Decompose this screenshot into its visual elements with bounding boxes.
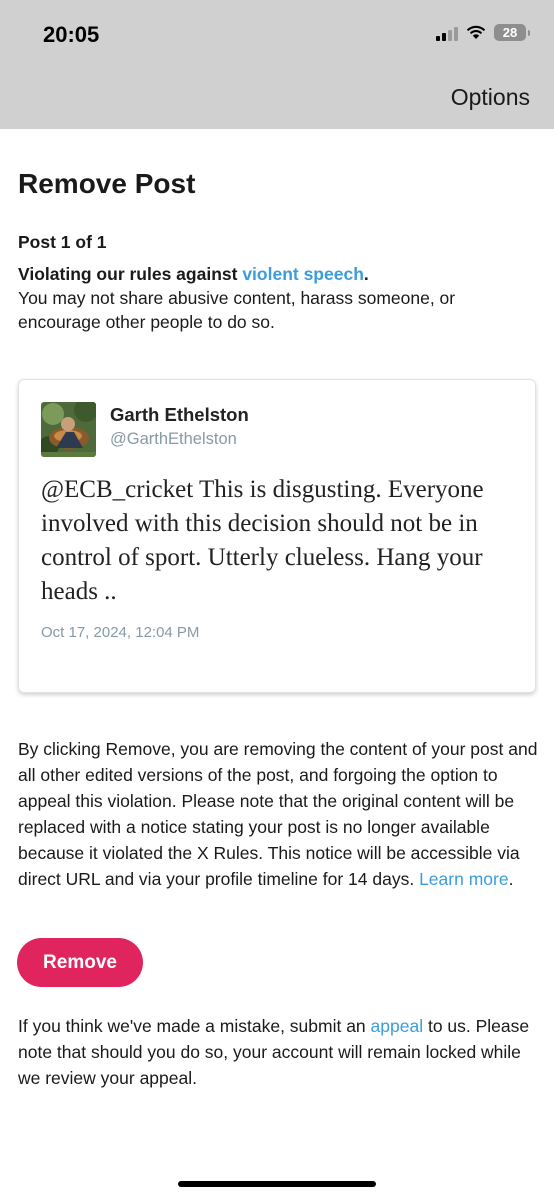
appeal-notice: If you think we've made a mistake, submi… <box>18 1013 538 1091</box>
tweet-text: @ECB_cricket This is disgusting. Everyon… <box>41 476 484 605</box>
violation-notice: Violating our rules against violent spee… <box>18 262 538 334</box>
nav-bar: Options <box>0 70 554 129</box>
tweet-card: Garth Ethelston @GarthEthelston @ECB_cri… <box>18 379 536 693</box>
page-title: Remove Post <box>18 168 196 199</box>
status-bar: 20:05 28 <box>0 0 554 70</box>
status-time: 20:05 <box>43 22 100 47</box>
avatar <box>41 402 96 457</box>
appeal-link[interactable]: appeal <box>371 1016 424 1036</box>
home-indicator[interactable] <box>178 1181 376 1187</box>
remove-button[interactable]: Remove <box>17 938 143 987</box>
learn-more-link[interactable]: Learn more <box>419 869 509 889</box>
appeal-prefix: If you think we've made a mistake, submi… <box>18 1016 371 1036</box>
disclaimer-text: By clicking Remove, you are removing the… <box>18 739 538 889</box>
cellular-signal-icon <box>436 25 458 41</box>
violation-description: You may not share abusive content, haras… <box>18 288 456 332</box>
author-handle: @GarthEthelston <box>110 430 237 448</box>
violation-prefix: Violating our rules against <box>18 264 243 284</box>
disclaimer-suffix: . <box>508 869 514 889</box>
tweet-timestamp: Oct 17, 2024, 12:04 PM <box>41 624 200 641</box>
removal-disclaimer: By clicking Remove, you are removing the… <box>18 736 538 892</box>
post-count: Post 1 of 1 <box>18 232 107 252</box>
status-icons: 28 <box>436 24 530 41</box>
options-button[interactable]: Options <box>451 84 530 111</box>
wifi-icon <box>466 25 486 39</box>
violent-speech-link[interactable]: violent speech <box>242 264 364 284</box>
battery-icon: 28 <box>494 24 530 41</box>
violation-suffix: . <box>363 264 369 284</box>
violation-rule: Violating our rules against violent spee… <box>18 262 538 286</box>
author-name: Garth Ethelston <box>110 404 249 425</box>
